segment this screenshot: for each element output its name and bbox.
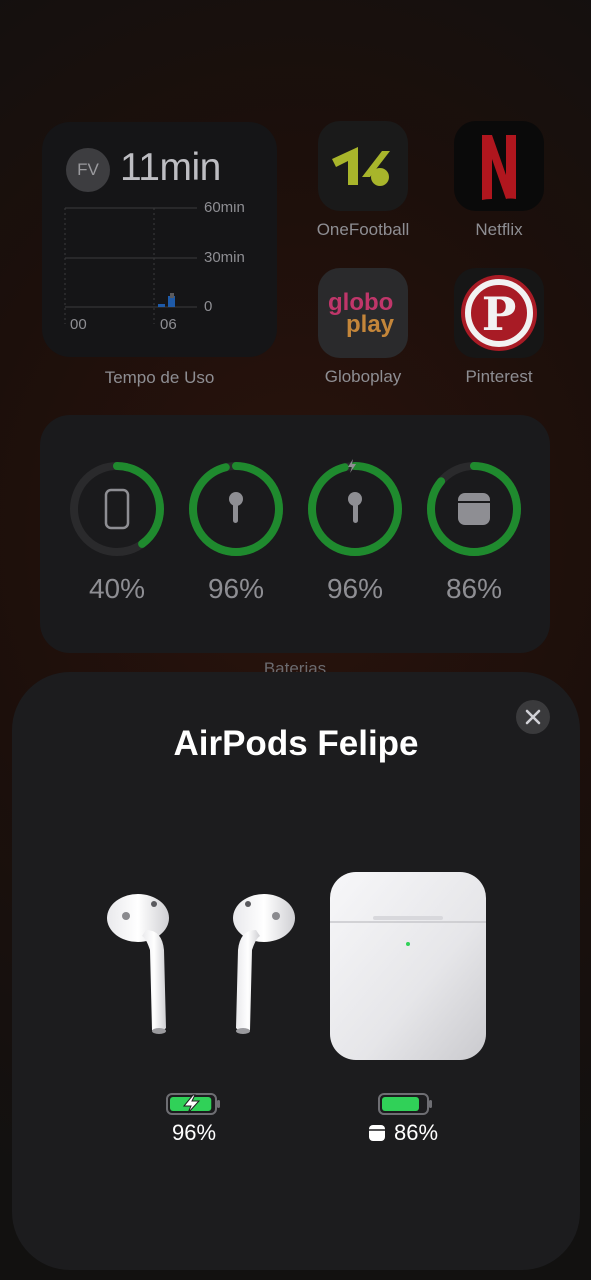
- usage-bar: [170, 293, 174, 298]
- screen-time-caption: Tempo de Uso: [104, 368, 215, 387]
- svg-text:P: P: [482, 287, 517, 341]
- battery-ring-airpod-left: [189, 462, 283, 556]
- pinterest-label: Pinterest: [465, 367, 533, 386]
- pods-battery-indicator: 96%: [166, 1092, 222, 1146]
- battery-percent-case: 86%: [445, 573, 503, 604]
- battery-ring-phone: [70, 462, 164, 556]
- airpods-case-icon: [369, 1125, 385, 1141]
- time-label-00: 00: [70, 316, 87, 333]
- airpods-case-icon: [458, 493, 490, 525]
- svg-text:play: play: [346, 311, 395, 338]
- battery-percent-airpod-left: 96%: [207, 573, 265, 604]
- airpods-image: [107, 894, 295, 1034]
- axis-label-60: 60min: [204, 202, 245, 216]
- screen-time-widget[interactable]: FV 11min 60min 30min 0 00 06: [42, 122, 277, 357]
- battery-item-airpod-right: [305, 459, 405, 559]
- netflix-label: Netflix: [475, 220, 523, 239]
- battery-item-case: [424, 459, 524, 559]
- status-light: [406, 942, 410, 946]
- pods-battery-percent: 96%: [171, 1120, 217, 1145]
- battery-item-airpod-left: [186, 459, 286, 559]
- batteries-widget[interactable]: 40% 96% 96% 86%: [40, 415, 550, 653]
- pods-battery-icon: [166, 1093, 220, 1115]
- netflix-app-icon[interactable]: [454, 121, 544, 211]
- airpod-left: [107, 894, 169, 1034]
- onefootball-label: OneFootball: [316, 220, 410, 239]
- sheet-title: AirPods Felipe: [173, 724, 419, 763]
- globoplay-logo-icon: globo play: [328, 289, 395, 338]
- case-battery-percent: 86%: [394, 1120, 439, 1145]
- battery-ring-airpod-right: [308, 459, 402, 556]
- pinterest-app-icon[interactable]: P: [454, 268, 544, 358]
- close-icon: [525, 709, 541, 725]
- usage-bar: [158, 304, 165, 307]
- screen-time-total: 11min: [120, 146, 221, 189]
- battery-percent-airpod-right: 96%: [326, 573, 384, 604]
- battery-percent-phone: 40%: [88, 573, 146, 604]
- screen-time-chart: 60min 30min 0 00 06: [64, 202, 245, 333]
- onefootball-logo-icon: [332, 147, 390, 186]
- globoplay-app-icon[interactable]: globo play: [318, 268, 408, 358]
- pinterest-logo-icon: P: [461, 275, 537, 351]
- airpod-left-icon: [229, 492, 243, 523]
- case-battery-indicator: 86%: [368, 1092, 438, 1146]
- airpods-sheet: AirPods Felipe 96% 86%: [12, 672, 580, 1270]
- axis-label-0: 0: [204, 298, 212, 315]
- axis-label-30: 30min: [204, 249, 245, 266]
- airpod-right: [233, 894, 295, 1034]
- case-battery-icon: [378, 1093, 432, 1115]
- netflix-logo-icon: [482, 135, 516, 200]
- battery-ring-case: [427, 462, 521, 556]
- avatar: FV: [66, 148, 110, 192]
- airpod-right-icon: [348, 492, 362, 523]
- onefootball-app-icon[interactable]: [318, 121, 408, 211]
- time-label-06: 06: [160, 316, 177, 333]
- phone-icon: [104, 488, 130, 530]
- globoplay-label: Globoplay: [324, 367, 402, 386]
- battery-item-phone: [67, 459, 167, 559]
- airpods-case-image: [330, 872, 486, 1060]
